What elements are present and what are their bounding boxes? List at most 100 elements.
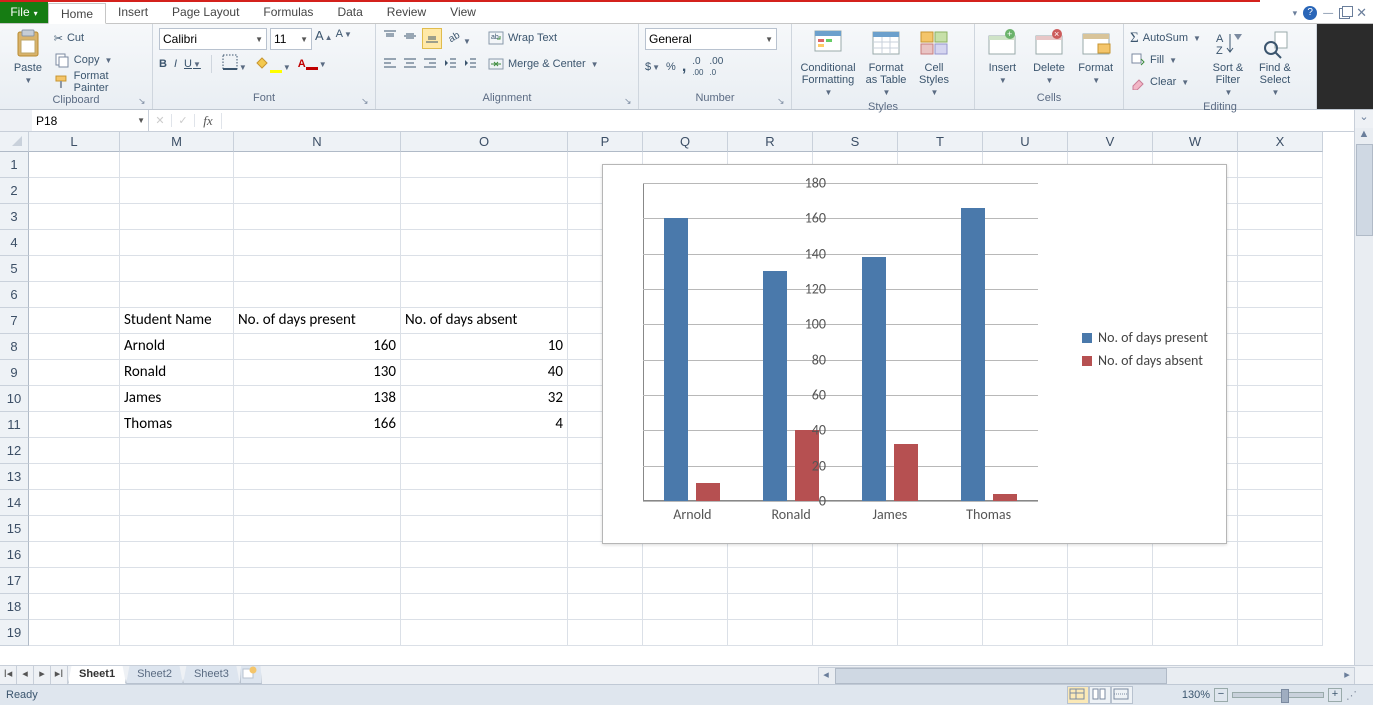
cell-M3[interactable] <box>120 204 234 230</box>
chart[interactable]: ArnoldRonaldJamesThomas No. of days pres… <box>602 164 1227 544</box>
col-header-N[interactable]: N <box>234 132 401 152</box>
cell-N2[interactable] <box>234 178 401 204</box>
col-header-T[interactable]: T <box>898 132 983 152</box>
cell-X10[interactable] <box>1238 386 1323 412</box>
file-tab[interactable]: File <box>0 2 48 23</box>
format-as-table-button[interactable]: Format as Table▼ <box>862 28 910 99</box>
cell-U18[interactable] <box>983 594 1068 620</box>
cell-X12[interactable] <box>1238 438 1323 464</box>
row-header-16[interactable]: 16 <box>0 542 29 568</box>
resize-grip-icon[interactable]: ⋰ <box>1346 689 1355 702</box>
ribbon-tab-page-layout[interactable]: Page Layout <box>160 2 251 23</box>
cell-R17[interactable] <box>728 568 813 594</box>
cell-X18[interactable] <box>1238 594 1323 620</box>
cell-M1[interactable] <box>120 152 234 178</box>
cell-L10[interactable] <box>29 386 120 412</box>
mru-dropdown-icon[interactable]: ▾ <box>1293 8 1298 19</box>
increase-decimal-icon[interactable]: .0.00 <box>692 56 703 78</box>
cell-X15[interactable] <box>1238 516 1323 542</box>
restore-window-icon[interactable] <box>1339 8 1350 19</box>
row-header-8[interactable]: 8 <box>0 334 29 360</box>
ribbon-tab-home[interactable]: Home <box>48 3 106 24</box>
last-sheet-icon[interactable]: ▸I <box>51 666 68 684</box>
ribbon-tab-view[interactable]: View <box>438 2 488 23</box>
name-box[interactable]: P18 ▼ <box>32 110 149 131</box>
cell-L15[interactable] <box>29 516 120 542</box>
cell-O18[interactable] <box>401 594 568 620</box>
font-color-button[interactable]: A▼ <box>298 58 327 70</box>
row-header-3[interactable]: 3 <box>0 204 29 230</box>
cell-L17[interactable] <box>29 568 120 594</box>
font-name-combo[interactable]: Calibri▼ <box>159 28 267 50</box>
font-launcher-icon[interactable] <box>361 95 373 107</box>
accounting-format-button[interactable]: $▼ <box>645 61 660 73</box>
align-center-icon[interactable] <box>402 55 418 74</box>
sort-filter-button[interactable]: AZSort & Filter▼ <box>1209 28 1247 99</box>
cell-Q19[interactable] <box>643 620 728 646</box>
cell-M13[interactable] <box>120 464 234 490</box>
cell-M12[interactable] <box>120 438 234 464</box>
row-header-15[interactable]: 15 <box>0 516 29 542</box>
cell-M17[interactable] <box>120 568 234 594</box>
cell-S17[interactable] <box>813 568 898 594</box>
col-header-X[interactable]: X <box>1238 132 1323 152</box>
cell-X1[interactable] <box>1238 152 1323 178</box>
cell-O14[interactable] <box>401 490 568 516</box>
cell-W16[interactable] <box>1153 542 1238 568</box>
cell-P16[interactable] <box>568 542 643 568</box>
horizontal-scrollbar[interactable]: ◂ ▸ <box>818 667 1355 685</box>
insert-cells-button[interactable]: +Insert▼ <box>981 28 1024 87</box>
col-header-W[interactable]: W <box>1153 132 1238 152</box>
ribbon-tab-review[interactable]: Review <box>375 2 438 23</box>
cell-U17[interactable] <box>983 568 1068 594</box>
cell-N8[interactable]: 160 <box>234 334 401 360</box>
row-header-12[interactable]: 12 <box>0 438 29 464</box>
cell-M19[interactable] <box>120 620 234 646</box>
decrease-indent-icon[interactable] <box>442 55 458 74</box>
first-sheet-icon[interactable]: I◂ <box>0 666 17 684</box>
row-header-9[interactable]: 9 <box>0 360 29 386</box>
cell-P19[interactable] <box>568 620 643 646</box>
help-icon[interactable]: ? <box>1303 6 1317 20</box>
cell-N10[interactable]: 138 <box>234 386 401 412</box>
cell-M8[interactable]: Arnold <box>120 334 234 360</box>
minimize-ribbon-icon[interactable]: — <box>1323 8 1333 19</box>
row-header-10[interactable]: 10 <box>0 386 29 412</box>
col-header-U[interactable]: U <box>983 132 1068 152</box>
cell-X13[interactable] <box>1238 464 1323 490</box>
row-header-6[interactable]: 6 <box>0 282 29 308</box>
cell-O1[interactable] <box>401 152 568 178</box>
cell-N18[interactable] <box>234 594 401 620</box>
cell-U16[interactable] <box>983 542 1068 568</box>
cell-M15[interactable] <box>120 516 234 542</box>
view-page-break-icon[interactable] <box>1111 686 1133 704</box>
merge-center-button[interactable]: Merge & Center▼ <box>488 54 599 74</box>
align-bottom-icon[interactable] <box>422 28 442 49</box>
number-format-combo[interactable]: General▼ <box>645 28 777 50</box>
cell-N1[interactable] <box>234 152 401 178</box>
underline-button[interactable]: U▼ <box>184 58 201 70</box>
zoom-slider[interactable] <box>1232 692 1324 698</box>
close-icon[interactable]: ✕ <box>1356 5 1367 21</box>
cell-styles-button[interactable]: Cell Styles▼ <box>914 28 954 99</box>
col-header-P[interactable]: P <box>568 132 643 152</box>
format-painter-button[interactable]: Format Painter <box>54 72 146 92</box>
col-header-L[interactable]: L <box>29 132 120 152</box>
view-page-layout-icon[interactable] <box>1089 686 1111 704</box>
worksheet-grid[interactable]: LMNOPQRSTUVWX 1234567Student NameNo. of … <box>0 132 1373 665</box>
cell-U19[interactable] <box>983 620 1068 646</box>
cell-O2[interactable] <box>401 178 568 204</box>
cell-Q16[interactable] <box>643 542 728 568</box>
cell-N14[interactable] <box>234 490 401 516</box>
cell-S16[interactable] <box>813 542 898 568</box>
row-header-11[interactable]: 11 <box>0 412 29 438</box>
cell-L5[interactable] <box>29 256 120 282</box>
copy-button[interactable]: Copy▼ <box>54 50 146 70</box>
cell-N12[interactable] <box>234 438 401 464</box>
italic-button[interactable]: I <box>174 58 177 70</box>
cell-R18[interactable] <box>728 594 813 620</box>
row-header-17[interactable]: 17 <box>0 568 29 594</box>
alignment-launcher-icon[interactable] <box>624 95 636 107</box>
cell-N13[interactable] <box>234 464 401 490</box>
sheet-tab-active[interactable]: Sheet1 <box>68 666 126 684</box>
